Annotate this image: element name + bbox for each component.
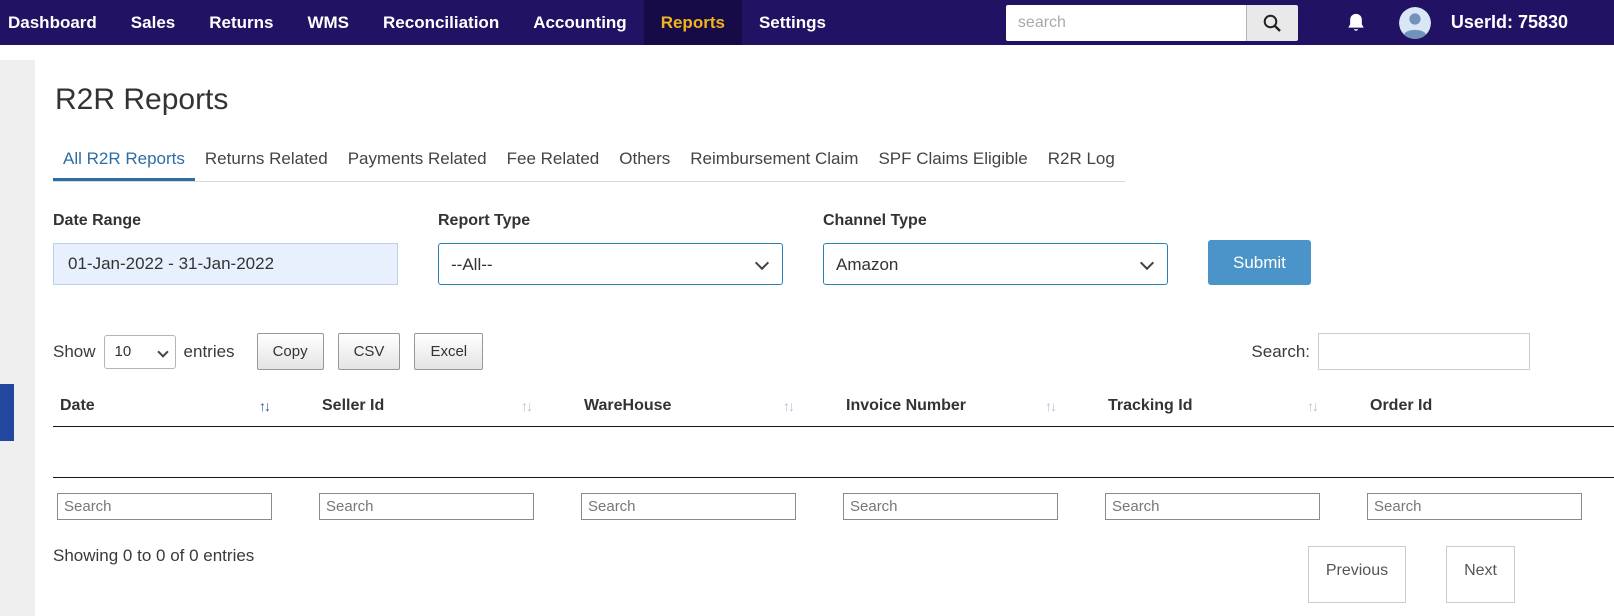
column-header-seller-id[interactable]: Seller Id ↑↓ bbox=[315, 397, 577, 415]
show-label: Show bbox=[53, 341, 96, 361]
table-controls: Show 10 entries Copy CSV Excel Search: bbox=[53, 333, 1614, 370]
tracking-id-column-search-input[interactable] bbox=[1105, 493, 1320, 520]
sort-icon: ↑↓ bbox=[1307, 398, 1319, 414]
left-gutter bbox=[0, 60, 35, 616]
column-label: Date bbox=[60, 397, 95, 414]
column-header-order-id[interactable]: Order Id bbox=[1363, 397, 1614, 415]
sort-icon: ↑↓ bbox=[259, 398, 271, 414]
search-icon bbox=[1262, 13, 1282, 33]
tab-spf-claims-eligible[interactable]: SPF Claims Eligible bbox=[868, 139, 1037, 181]
nav-item-sales[interactable]: Sales bbox=[114, 0, 192, 45]
invoice-number-column-search-input[interactable] bbox=[843, 493, 1058, 520]
empty-table-body bbox=[53, 427, 1614, 478]
nav-search bbox=[1005, 4, 1298, 41]
order-id-column-search-input[interactable] bbox=[1367, 493, 1582, 520]
date-range-input[interactable] bbox=[53, 243, 398, 285]
sort-icon: ↑↓ bbox=[1045, 398, 1057, 414]
column-label: Invoice Number bbox=[846, 397, 967, 414]
tab-all-r2r-reports[interactable]: All R2R Reports bbox=[53, 139, 195, 181]
report-tabs: All R2R Reports Returns Related Payments… bbox=[53, 139, 1125, 182]
tab-others[interactable]: Others bbox=[609, 139, 680, 181]
tab-payments-related[interactable]: Payments Related bbox=[338, 139, 497, 181]
column-header-date[interactable]: Date ↑↓ bbox=[53, 397, 315, 415]
user-id-label: UserId: 75830 bbox=[1450, 12, 1568, 32]
tab-reimbursement-claim[interactable]: Reimbursement Claim bbox=[680, 139, 868, 181]
column-header-invoice-number[interactable]: Invoice Number ↑↓ bbox=[839, 397, 1101, 415]
nav-item-reports[interactable]: Reports bbox=[643, 0, 742, 45]
sort-icon: ↑↓ bbox=[783, 398, 795, 414]
warehouse-column-search-input[interactable] bbox=[581, 493, 796, 520]
showing-entries-info: Showing 0 to 0 of 0 entries bbox=[53, 546, 255, 565]
table-search-label: Search: bbox=[1251, 341, 1310, 361]
page-title: R2R Reports bbox=[55, 83, 229, 116]
nav-item-accounting[interactable]: Accounting bbox=[516, 0, 644, 45]
channel-type-label: Channel Type bbox=[823, 212, 927, 229]
column-label: Tracking Id bbox=[1108, 397, 1193, 414]
table-footer: Showing 0 to 0 of 0 entries Previous Nex… bbox=[53, 546, 1614, 603]
column-label: Seller Id bbox=[322, 397, 385, 414]
previous-page-button[interactable]: Previous bbox=[1307, 546, 1407, 603]
date-column-search-input[interactable] bbox=[57, 493, 272, 520]
column-label: Order Id bbox=[1370, 397, 1433, 414]
seller-id-column-search-input[interactable] bbox=[319, 493, 534, 520]
submit-button[interactable]: Submit bbox=[1208, 240, 1311, 285]
nav-search-button[interactable] bbox=[1245, 4, 1298, 41]
page-length-select[interactable]: 10 bbox=[103, 334, 176, 369]
nav-item-returns[interactable]: Returns bbox=[192, 0, 290, 45]
copy-button[interactable]: Copy bbox=[256, 333, 324, 370]
csv-button[interactable]: CSV bbox=[337, 333, 401, 370]
tab-r2r-log[interactable]: R2R Log bbox=[1038, 139, 1125, 181]
user-avatar[interactable] bbox=[1398, 6, 1431, 39]
top-nav: Dashboard Sales Returns WMS Reconciliati… bbox=[0, 0, 1614, 45]
channel-type-select-wrap: Amazon bbox=[823, 243, 1168, 285]
sort-icon: ↑↓ bbox=[521, 398, 533, 414]
filters-bar: Date Range Report Type --All-- Channel T… bbox=[53, 212, 1614, 285]
nav-item-reconciliation[interactable]: Reconciliation bbox=[366, 0, 516, 45]
pagination: Previous Next bbox=[1307, 546, 1515, 603]
table-search-input[interactable] bbox=[1318, 333, 1530, 370]
r2r-reports-table: Date ↑↓ Seller Id ↑↓ WareHouse ↑↓ Invoic… bbox=[53, 388, 1614, 520]
column-header-tracking-id[interactable]: Tracking Id ↑↓ bbox=[1101, 397, 1363, 415]
report-type-label: Report Type bbox=[438, 212, 531, 229]
column-label: WareHouse bbox=[584, 397, 672, 414]
excel-button[interactable]: Excel bbox=[414, 333, 484, 370]
table-header-row: Date ↑↓ Seller Id ↑↓ WareHouse ↑↓ Invoic… bbox=[53, 388, 1614, 427]
channel-type-select[interactable]: Amazon bbox=[823, 243, 1168, 285]
entries-label: entries bbox=[183, 341, 235, 361]
page-length-select-wrap: 10 bbox=[103, 334, 176, 369]
report-type-select-wrap: --All-- bbox=[438, 243, 783, 285]
left-scroll-accent bbox=[0, 384, 14, 441]
report-type-filter: Report Type --All-- bbox=[438, 212, 783, 285]
nav-item-wms[interactable]: WMS bbox=[290, 0, 366, 45]
column-header-warehouse[interactable]: WareHouse ↑↓ bbox=[577, 397, 839, 415]
table-search-control: Search: bbox=[1251, 333, 1530, 370]
tab-returns-related[interactable]: Returns Related bbox=[195, 139, 338, 181]
nav-item-settings[interactable]: Settings bbox=[742, 0, 843, 45]
channel-type-filter: Channel Type Amazon bbox=[823, 212, 1168, 285]
column-filter-row bbox=[53, 478, 1614, 520]
nav-item-dashboard[interactable]: Dashboard bbox=[0, 0, 114, 45]
next-page-button[interactable]: Next bbox=[1446, 546, 1515, 603]
date-range-filter: Date Range bbox=[53, 212, 398, 285]
page-length-control: Show 10 entries Copy CSV Excel bbox=[53, 333, 484, 370]
notification-bell-icon[interactable] bbox=[1346, 12, 1366, 34]
main-content: R2R Reports All R2R Reports Returns Rela… bbox=[35, 45, 1614, 616]
date-range-label: Date Range bbox=[53, 212, 142, 229]
tab-fee-related[interactable]: Fee Related bbox=[497, 139, 610, 181]
report-type-select[interactable]: --All-- bbox=[438, 243, 783, 285]
nav-search-input[interactable] bbox=[1005, 4, 1246, 41]
